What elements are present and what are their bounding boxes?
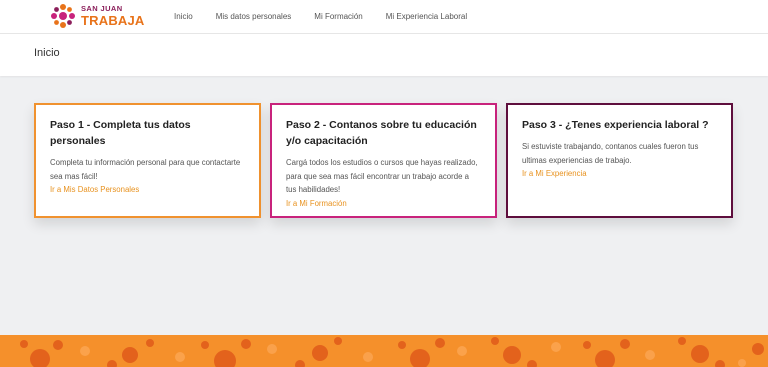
logo[interactable]: SAN JUAN TRABAJA (50, 2, 145, 30)
step-card-1-title: Paso 1 - Completa tus datos personales (50, 119, 191, 147)
step-card-2: Paso 2 - Contanos sobre tu educación y/o… (270, 103, 497, 218)
page-title: Inicio (34, 47, 60, 59)
logo-icon (51, 4, 75, 28)
nav-link-mi-experiencia-laboral[interactable]: Mi Experiencia Laboral (386, 12, 467, 21)
step-card-2-text: Cargá todos los estudios o cursos que ha… (286, 158, 478, 194)
top-navbar: SAN JUAN TRABAJA Inicio Mis datos person… (0, 0, 768, 34)
link-mis-datos-personales[interactable]: Ir a Mis Datos Personales (50, 183, 245, 197)
link-mi-formacion[interactable]: Ir a Mi Formación (286, 197, 481, 211)
step-card-3-title: Paso 3 - ¿Tenes experiencia laboral ? (522, 119, 709, 131)
step-card-3-text: Si estuviste trabajando, contanos cuales… (522, 142, 699, 165)
step-card-3: Paso 3 - ¿Tenes experiencia laboral ? Si… (506, 103, 733, 218)
logo-line-2: TRABAJA (81, 12, 145, 28)
nav-link-mis-datos-personales[interactable]: Mis datos personales (216, 12, 292, 21)
nav-links: Inicio Mis datos personales Mi Formación… (174, 0, 490, 33)
nav-link-mi-formacion[interactable]: Mi Formación (314, 12, 362, 21)
footer-pattern-graphic (20, 337, 764, 367)
logo-text: SAN JUAN TRABAJA (81, 5, 145, 27)
footer-pattern (0, 335, 768, 367)
link-mi-experiencia[interactable]: Ir a Mi Experiencia (522, 167, 717, 181)
step-card-1: Paso 1 - Completa tus datos personales C… (34, 103, 261, 218)
logo-line-1: SAN JUAN (81, 4, 123, 14)
nav-link-inicio[interactable]: Inicio (174, 12, 193, 21)
step-card-2-title: Paso 2 - Contanos sobre tu educación y/o… (286, 119, 477, 147)
step-card-1-text: Completa tu información personal para qu… (50, 158, 241, 181)
page-header: Inicio (0, 34, 768, 76)
